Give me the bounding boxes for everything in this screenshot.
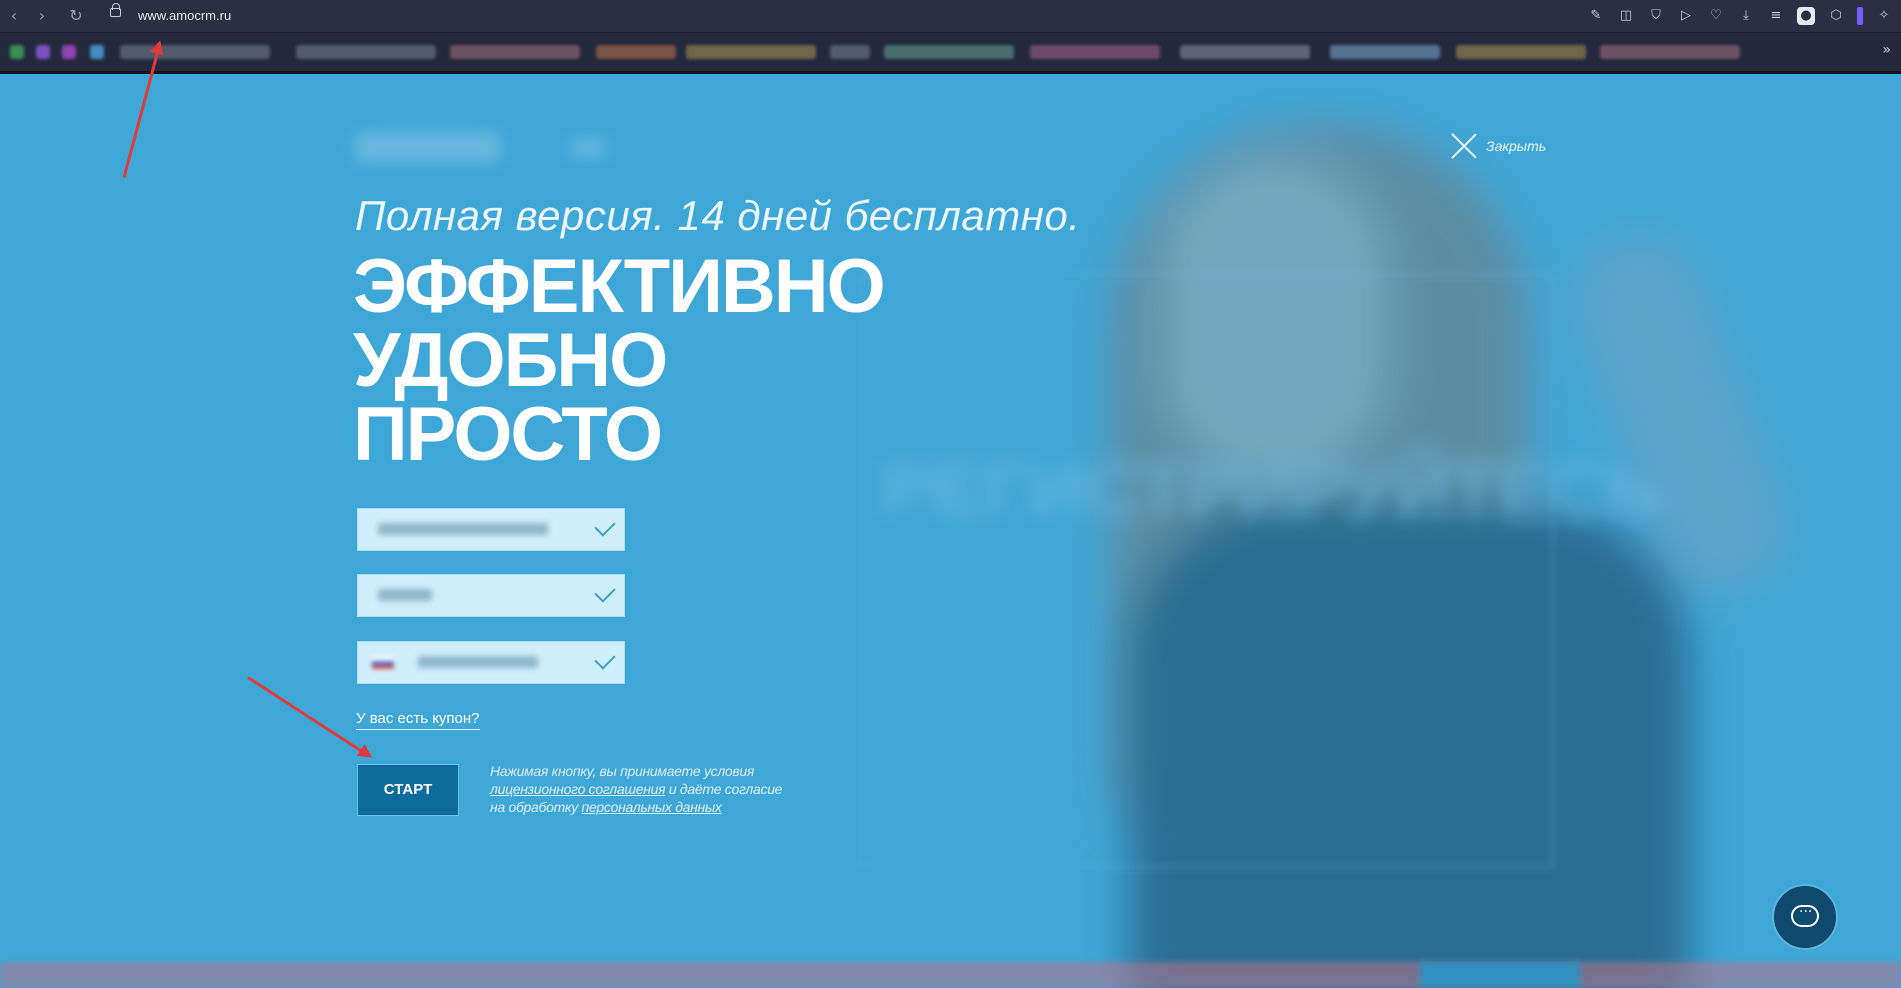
bookmark-item[interactable] [62,45,76,59]
browser-chrome: ‹ › ↻ www.amocrm.ru ✎ ◫ ⛉ ▷ ♡ ⤓ ≡ ● ⬡ ✧ [0,0,1901,74]
email-value-blurred [378,523,548,535]
bookmark-item[interactable] [1030,45,1160,59]
bookmark-item[interactable] [830,45,870,59]
bookmark-item[interactable] [10,45,24,59]
toolbar-icons: ✎ ◫ ⛉ ▷ ♡ ⤓ ≡ ● ⬡ ✧ [1587,0,1901,32]
email-field[interactable] [357,508,625,551]
blurred-background-frame [860,274,1554,868]
check-icon [594,648,616,670]
url-text[interactable]: www.amocrm.ru [138,7,231,25]
headline-line-2: УДОБНО [353,318,668,403]
phone-value-blurred [418,656,538,668]
bookmark-item[interactable] [1456,45,1586,59]
blurred-bottom-banner-button [1420,962,1580,988]
forward-button[interactable]: › [32,6,52,26]
country-flag-icon[interactable] [372,657,394,669]
bookmark-item[interactable] [120,45,270,59]
bookmark-item[interactable] [1180,45,1310,59]
address-bar: ‹ › ↻ www.amocrm.ru ✎ ◫ ⛉ ▷ ♡ ⤓ ≡ ● ⬡ ✧ [0,0,1901,33]
close-icon [1450,132,1478,160]
bookmark-item[interactable] [450,45,580,59]
close-button[interactable]: Закрыть [1450,132,1546,160]
bookmark-item[interactable] [596,45,676,59]
download-icon[interactable]: ⤓ [1737,7,1755,25]
check-icon [594,581,616,603]
bookmark-item[interactable] [36,45,50,59]
legal-text-1: Нажимая кнопку, вы принимаете условия [490,763,755,779]
logo [355,132,500,162]
bookmarks-more-icon[interactable]: » [1882,42,1891,58]
legal-text-2: и даёте согласие [665,781,783,797]
check-icon [594,515,616,537]
bookmark-item[interactable] [884,45,1014,59]
close-label: Закрыть [1486,138,1547,154]
bookmarks-bar [0,33,1901,71]
name-value-blurred [378,589,432,601]
ai-icon[interactable]: ✧ [1875,7,1893,25]
blurred-background-text: РЕГИСТРИРУЙТЕСЬ [880,445,1663,533]
lock-icon [110,3,121,17]
chat-icon [1791,900,1819,927]
profile-icon[interactable]: ● [1797,7,1815,25]
name-field[interactable] [357,574,625,617]
reload-button[interactable]: ↻ [66,6,86,26]
legal-notice: Нажимая кнопку, вы принимаете условия ли… [490,762,820,816]
heart-icon[interactable]: ♡ [1707,7,1725,25]
start-button[interactable]: СТАРТ [357,764,459,816]
chat-widget-button[interactable] [1772,884,1838,950]
bookmark-item[interactable] [90,45,104,59]
menu-icon[interactable]: ≡ [1767,7,1785,25]
headline: ЭФФЕКТИВНО УДОБНО ПРОСТО [353,244,886,477]
bookmark-item[interactable] [296,45,436,59]
license-agreement-link[interactable]: лицензионного соглашения [490,781,666,797]
bookmark-item[interactable] [686,45,816,59]
coupon-link[interactable]: У вас есть купон? [356,710,480,730]
blurred-bottom-banner [0,962,1901,988]
legal-text-3: на обработку [490,799,582,815]
bookmark-item[interactable] [1600,45,1740,59]
personal-data-link[interactable]: персональных данных [582,799,722,815]
trial-landing-page: РЕГИСТРИРУЙТЕСЬ Закрыть Полная версия. 1… [0,74,1901,988]
back-button[interactable]: ‹ [4,6,24,26]
extensions-icon[interactable]: ⬡ [1827,7,1845,25]
accent-bar [1857,7,1863,25]
trial-subtitle: Полная версия. 14 дней бесплатно. [355,192,1081,239]
phone-field[interactable] [357,641,625,684]
headline-line-3: ПРОСТО [353,392,663,477]
bookmark-item[interactable] [1330,45,1440,59]
edit-icon[interactable]: ✎ [1587,7,1605,25]
shield-icon[interactable]: ⛉ [1647,7,1665,25]
camera-icon[interactable]: ◫ [1617,7,1635,25]
logo-badge [570,138,606,158]
headline-line-1: ЭФФЕКТИВНО [353,244,886,329]
send-icon[interactable]: ▷ [1677,7,1695,25]
